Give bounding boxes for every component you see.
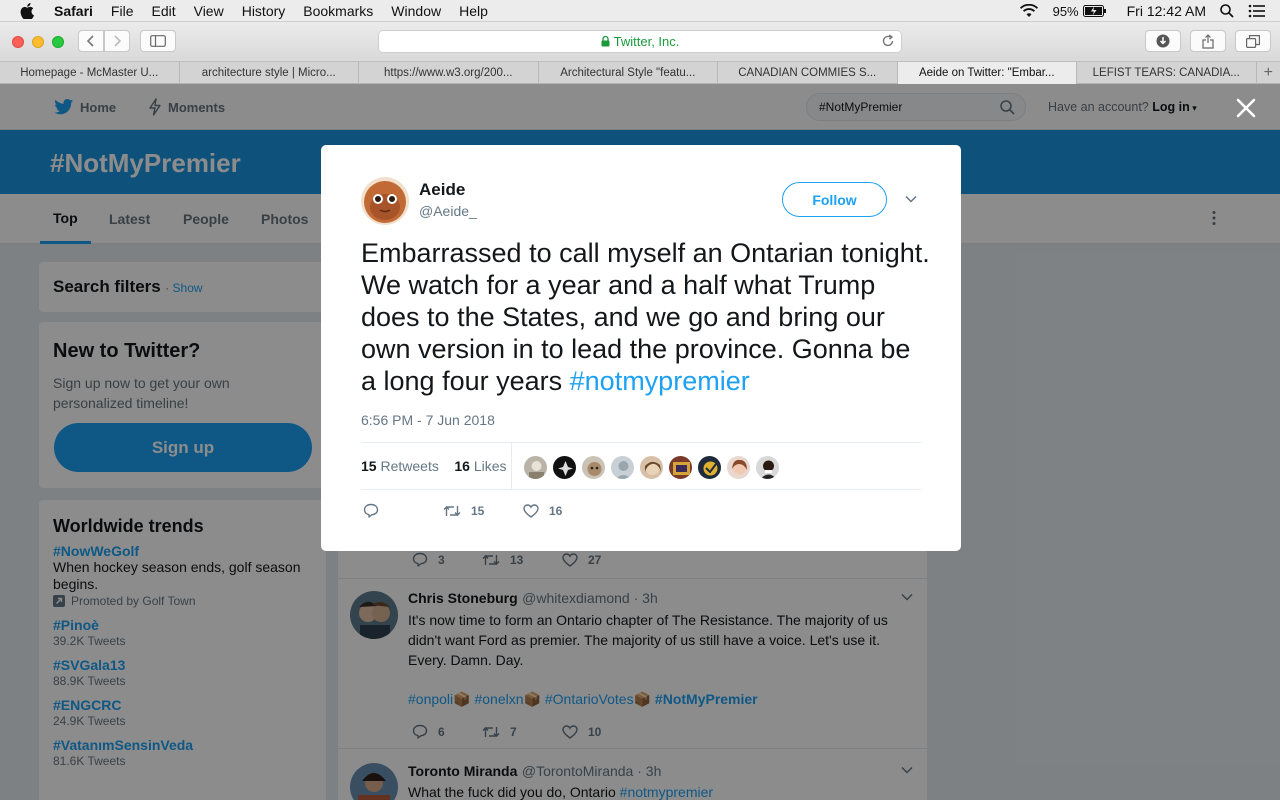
chevron-down-icon[interactable] — [905, 195, 917, 203]
hashtag-link[interactable]: #notmypremier — [570, 366, 750, 396]
back-button[interactable] — [78, 30, 104, 52]
window-zoom-button[interactable] — [52, 36, 64, 48]
tweet-actions: 15 16 — [363, 503, 562, 518]
menu-help[interactable]: Help — [459, 3, 488, 19]
liker-avatar[interactable] — [668, 455, 693, 480]
author-handle[interactable]: @Aeide_ — [419, 203, 477, 219]
tweet-text-block: Embarrassed to call myself an Ontarian t… — [361, 237, 931, 397]
spotlight-search-icon[interactable] — [1220, 4, 1234, 18]
likes-label[interactable]: Likes — [474, 458, 507, 474]
liker-avatar[interactable] — [639, 455, 664, 480]
retweets-label[interactable]: Retweets — [380, 458, 438, 474]
follow-button[interactable]: Follow — [782, 182, 887, 217]
retweet-button[interactable]: 15 — [443, 504, 523, 518]
notification-center-icon[interactable] — [1248, 4, 1266, 18]
lock-icon — [601, 36, 610, 47]
like-count: 16 — [549, 503, 563, 518]
battery-percent: 95% — [1052, 3, 1079, 19]
browser-toolbar: Twitter, Inc. — [0, 22, 1280, 62]
retweets-count[interactable]: 15 — [361, 458, 377, 474]
address-bar[interactable]: Twitter, Inc. — [378, 30, 902, 53]
browser-tab-active[interactable]: Aeide on Twitter: "Embar... — [897, 62, 1077, 84]
menu-view[interactable]: View — [194, 3, 224, 19]
tweet-modal: Aeide @Aeide_ Follow Embarrassed to call… — [321, 145, 961, 551]
liker-avatar[interactable] — [755, 455, 780, 480]
apple-icon[interactable] — [20, 2, 38, 19]
battery-icon[interactable] — [1082, 5, 1107, 17]
likes-count[interactable]: 16 — [454, 458, 470, 474]
close-icon[interactable] — [1236, 98, 1256, 118]
menu-bookmarks[interactable]: Bookmarks — [303, 3, 373, 19]
tweet-timestamp[interactable]: 6:56 PM - 7 Jun 2018 — [361, 412, 495, 428]
menu-edit[interactable]: Edit — [151, 3, 175, 19]
reload-icon[interactable] — [881, 34, 895, 48]
window-close-button[interactable] — [12, 36, 24, 48]
menu-window[interactable]: Window — [391, 3, 441, 19]
menu-bar: Safari File Edit View History Bookmarks … — [0, 0, 1280, 22]
browser-tab[interactable]: LEFIST TEARS: CANADIA... — [1077, 62, 1257, 84]
menu-app-name[interactable]: Safari — [54, 3, 93, 19]
browser-tab[interactable]: Architectural Style "featu... — [539, 62, 718, 84]
engagement-counts: 15 Retweets 16 Likes — [361, 458, 507, 474]
menu-history[interactable]: History — [242, 3, 286, 19]
tab-bar: Homepage - McMaster U... architecture st… — [0, 62, 1280, 84]
author-avatar[interactable] — [361, 177, 409, 225]
author-name[interactable]: Aeide — [419, 180, 465, 200]
share-button[interactable] — [1190, 30, 1226, 52]
menu-file[interactable]: File — [111, 3, 134, 19]
liker-avatar[interactable] — [697, 455, 722, 480]
address-text: Twitter, Inc. — [613, 34, 680, 49]
downloads-button[interactable] — [1145, 30, 1181, 52]
tweet-stats: 15 Retweets 16 Likes — [361, 442, 921, 490]
new-tab-button[interactable]: + — [1257, 62, 1280, 83]
liker-avatar[interactable] — [552, 455, 577, 480]
divider — [511, 443, 512, 489]
browser-tab[interactable]: architecture style | Micro... — [180, 62, 359, 84]
sidebar-toggle-button[interactable] — [140, 30, 176, 52]
liker-avatar[interactable] — [726, 455, 751, 480]
reply-button[interactable] — [363, 503, 443, 518]
liker-avatar[interactable] — [581, 455, 606, 480]
browser-tab[interactable]: Homepage - McMaster U... — [0, 62, 180, 84]
window-minimize-button[interactable] — [32, 36, 44, 48]
forward-button[interactable] — [104, 30, 130, 52]
browser-tab[interactable]: CANADIAN COMMIES S... — [718, 62, 898, 84]
wifi-icon[interactable] — [1019, 4, 1039, 18]
browser-tab[interactable]: https://www.w3.org/200... — [359, 62, 539, 84]
clock[interactable]: Fri 12:42 AM — [1127, 3, 1206, 19]
liker-avatar[interactable] — [523, 455, 548, 480]
tab-overview-button[interactable] — [1235, 30, 1271, 52]
like-button[interactable]: 16 — [523, 504, 562, 518]
liker-avatar[interactable] — [610, 455, 635, 480]
retweet-count: 15 — [471, 503, 485, 518]
